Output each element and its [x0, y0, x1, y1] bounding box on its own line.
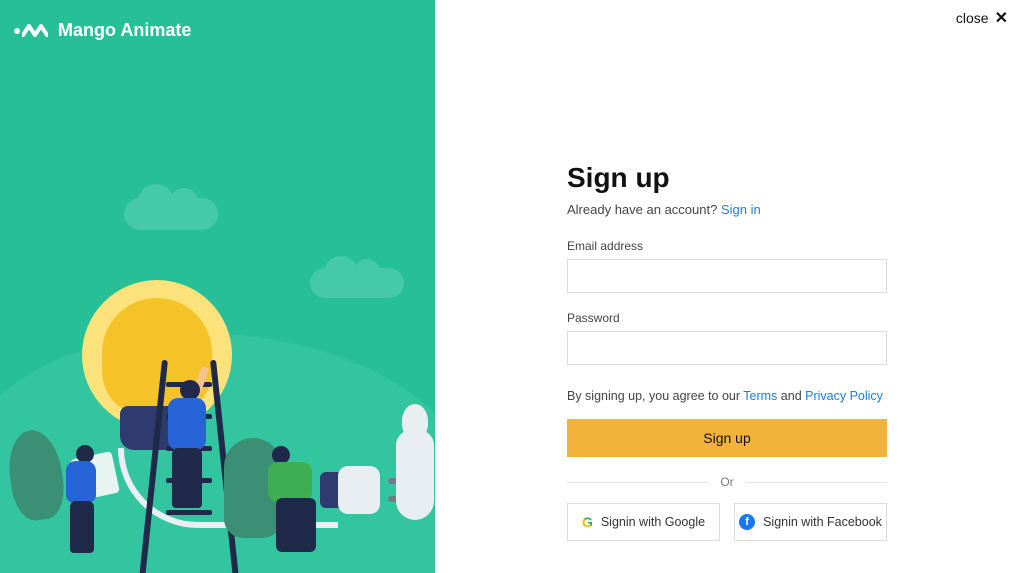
facebook-label: Signin with Facebook — [763, 515, 882, 529]
password-field[interactable] — [567, 331, 887, 365]
vase-shape — [396, 430, 434, 520]
terms-link[interactable]: Terms — [743, 389, 777, 403]
google-label: Signin with Google — [601, 515, 705, 529]
divider: Or — [567, 475, 887, 489]
signup-form: Sign up Already have an account? Sign in… — [567, 162, 887, 541]
agreement-text: By signing up, you agree to our Terms an… — [567, 389, 887, 403]
signup-button[interactable]: Sign up — [567, 419, 887, 457]
subtitle-text: Already have an account? — [567, 202, 721, 217]
person-on-ladder — [162, 398, 232, 538]
illustration-panel: Mango Animate — [0, 0, 435, 573]
close-label: close — [956, 10, 989, 26]
google-icon: G — [582, 514, 593, 530]
brand-name: Mango Animate — [58, 20, 191, 41]
google-signin-button[interactable]: G Signin with Google — [567, 503, 720, 541]
privacy-link[interactable]: Privacy Policy — [805, 389, 883, 403]
divider-label: Or — [720, 475, 733, 489]
plug-icon — [320, 466, 390, 514]
brand-logo: Mango Animate — [14, 20, 191, 41]
password-label: Password — [567, 311, 887, 325]
facebook-icon: f — [739, 514, 755, 530]
cloud-icon — [310, 268, 404, 298]
page-title: Sign up — [567, 162, 887, 194]
facebook-signin-button[interactable]: f Signin with Facebook — [734, 503, 887, 541]
close-icon: ✕ — [995, 8, 1008, 28]
close-button[interactable]: close ✕ — [956, 8, 1008, 28]
signin-link[interactable]: Sign in — [721, 202, 761, 217]
form-panel: close ✕ Sign up Already have an account?… — [435, 0, 1024, 573]
cloud-icon — [124, 198, 218, 230]
email-label: Email address — [567, 239, 887, 253]
logo-mark-icon — [14, 23, 48, 39]
subtitle: Already have an account? Sign in — [567, 202, 887, 217]
person-carrying-box — [42, 445, 112, 565]
email-field[interactable] — [567, 259, 887, 293]
